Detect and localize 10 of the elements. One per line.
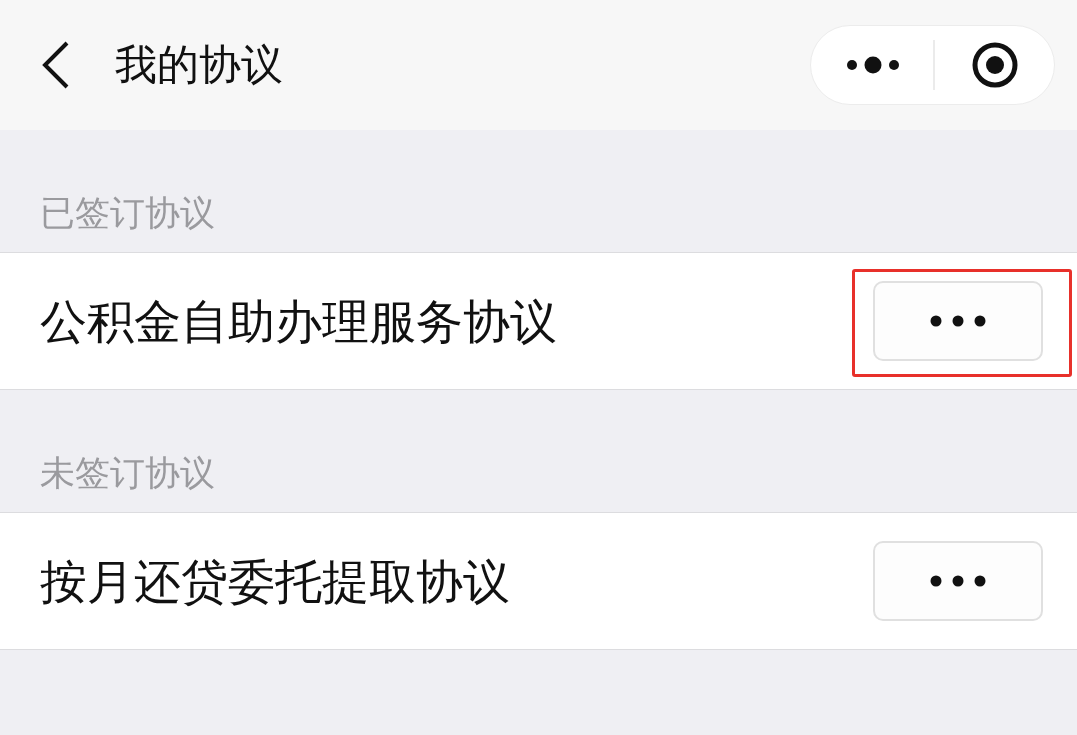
section-heading: 未签订协议 <box>40 455 215 490</box>
more-icon <box>930 575 986 587</box>
more-icon <box>930 315 986 327</box>
page-title: 我的协议 <box>115 44 283 86</box>
section-heading: 已签订协议 <box>40 195 215 230</box>
target-icon <box>971 42 1018 88</box>
agreement-title: 公积金自助办理服务协议 <box>40 297 557 345</box>
more-icon <box>847 56 899 74</box>
back-icon[interactable] <box>42 41 70 89</box>
agreement-title: 按月还贷委托提取协议 <box>40 557 510 605</box>
